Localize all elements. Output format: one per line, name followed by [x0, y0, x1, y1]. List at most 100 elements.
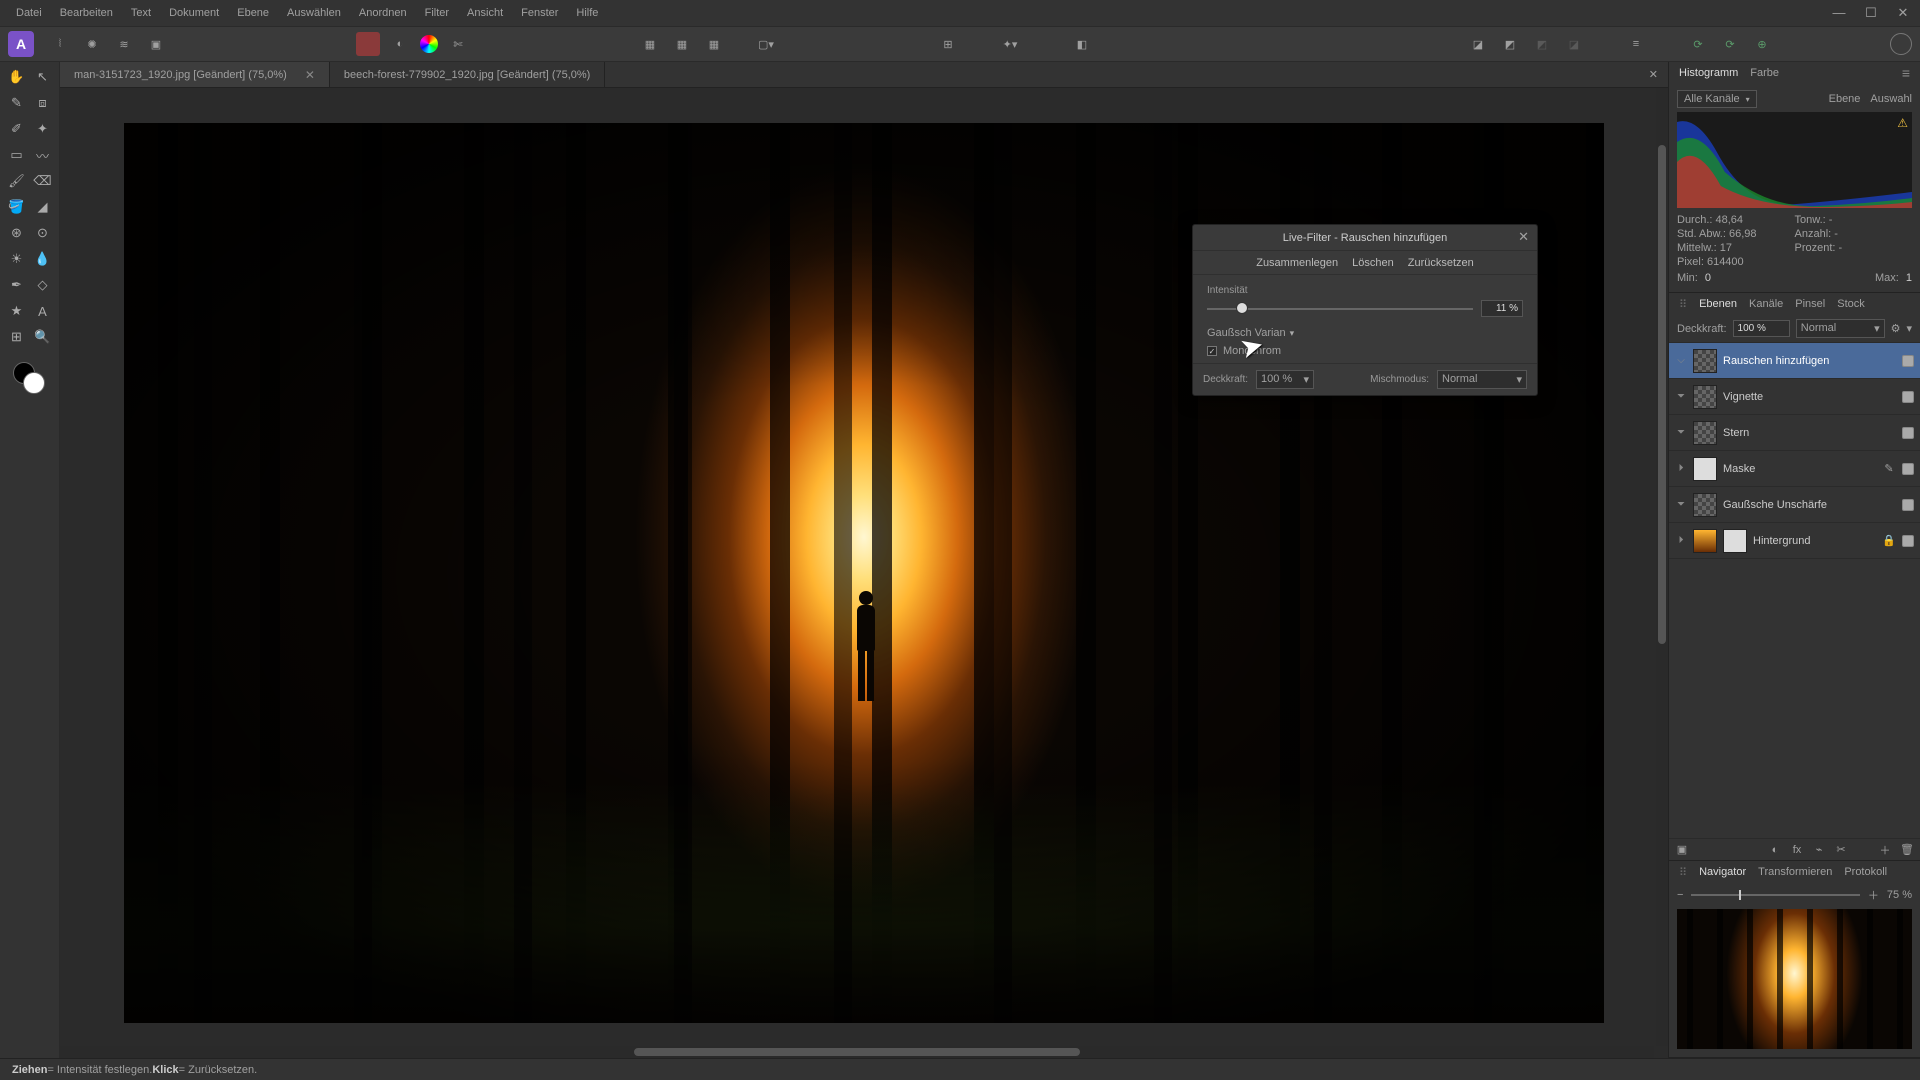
- layer-settings-icon[interactable]: ⚙: [1891, 322, 1901, 335]
- sync2-icon[interactable]: ⟳: [1718, 32, 1742, 56]
- flood-select-icon[interactable]: ✦: [32, 118, 54, 140]
- histogram-scope-auswahl[interactable]: Auswahl: [1870, 93, 1912, 105]
- tab-transformieren[interactable]: Transformieren: [1758, 866, 1832, 878]
- layer-visibility-checkbox[interactable]: [1902, 463, 1914, 475]
- menu-dokument[interactable]: Dokument: [169, 7, 219, 19]
- menu-filter[interactable]: Filter: [425, 7, 449, 19]
- layer-visibility-checkbox[interactable]: [1902, 391, 1914, 403]
- selection-brush-icon[interactable]: ✐: [6, 118, 28, 140]
- layer-expand-icon[interactable]: ⏷: [1675, 427, 1687, 438]
- layer-thumbnail[interactable]: [1693, 457, 1717, 481]
- tab-protokoll[interactable]: Protokoll: [1844, 866, 1887, 878]
- window-close-icon[interactable]: ✕: [1894, 5, 1912, 21]
- monochrome-checkbox[interactable]: ✓: [1207, 346, 1217, 356]
- text-tool-icon[interactable]: A: [32, 300, 54, 322]
- color-wheel-icon[interactable]: [420, 35, 438, 53]
- dialog-opacity-input[interactable]: 100 %▾: [1256, 370, 1314, 389]
- color-swatches[interactable]: [13, 362, 47, 396]
- histogram-channel-select[interactable]: Alle Kanäle: [1677, 90, 1757, 108]
- arrange-front-icon[interactable]: ◪: [1466, 32, 1490, 56]
- navigator-preview[interactable]: [1677, 909, 1912, 1049]
- zoom-slider[interactable]: [1691, 894, 1859, 896]
- fill-tool-icon[interactable]: 🪣: [6, 196, 28, 218]
- brush-tool-icon[interactable]: 🖌: [6, 170, 28, 192]
- align-right-icon[interactable]: ▦: [702, 32, 726, 56]
- layer-thumbnail[interactable]: [1693, 349, 1717, 373]
- layer-opacity-input[interactable]: 100 %: [1733, 320, 1790, 337]
- clone-tool-icon[interactable]: ⊛: [6, 222, 28, 244]
- arrange-back-icon[interactable]: ◩: [1498, 32, 1522, 56]
- layer-expand-icon[interactable]: ⏵: [1675, 535, 1687, 546]
- tab-kanaele[interactable]: Kanäle: [1749, 298, 1783, 310]
- tab-stock[interactable]: Stock: [1837, 298, 1865, 310]
- crop-icon[interactable]: ✄: [446, 32, 470, 56]
- mesh-tool-icon[interactable]: ⊞: [6, 326, 28, 348]
- live-filter-dialog[interactable]: Live-Filter - Rauschen hinzufügen ✕ Zusa…: [1192, 224, 1538, 396]
- layer-row[interactable]: ⏵Maske✎: [1669, 451, 1920, 487]
- menu-bearbeiten[interactable]: Bearbeiten: [60, 7, 113, 19]
- align-center-icon[interactable]: ▦: [670, 32, 694, 56]
- zoom-in-icon[interactable]: ＋: [1868, 887, 1879, 903]
- layer-row[interactable]: ⏵Hintergrund🔒: [1669, 523, 1920, 559]
- foreground-color-swatch[interactable]: [23, 372, 45, 394]
- window-minimize-icon[interactable]: —: [1830, 5, 1848, 21]
- max-value[interactable]: 1: [1906, 272, 1912, 284]
- layer-thumbnail[interactable]: [1693, 385, 1717, 409]
- tab-close-icon[interactable]: ✕: [305, 68, 315, 82]
- layer-visibility-checkbox[interactable]: [1902, 499, 1914, 511]
- layer-row[interactable]: ⏷Stern: [1669, 415, 1920, 451]
- add-layer-icon[interactable]: ＋: [1878, 843, 1892, 857]
- persona-photo-icon[interactable]: ⦚: [48, 32, 72, 56]
- snapping-icon[interactable]: ▢▾: [754, 32, 778, 56]
- tab-pinsel[interactable]: Pinsel: [1795, 298, 1825, 310]
- sync-green-icon[interactable]: ⟳: [1686, 32, 1710, 56]
- persona-develop-icon[interactable]: ≋: [112, 32, 136, 56]
- layer-row[interactable]: ⌵Rauschen hinzufügen: [1669, 343, 1920, 379]
- align-panel-icon[interactable]: ≡: [1624, 32, 1648, 56]
- menu-datei[interactable]: Datei: [16, 7, 42, 19]
- arrange-3-icon[interactable]: ◩: [1530, 32, 1554, 56]
- intensity-slider[interactable]: [1207, 302, 1473, 316]
- layer-row[interactable]: ⏷Gaußsche Unschärfe: [1669, 487, 1920, 523]
- tab-navigator[interactable]: Navigator: [1699, 866, 1746, 878]
- panel-options-icon[interactable]: ≡: [1902, 65, 1910, 81]
- pen-tool-icon[interactable]: ✒: [6, 274, 28, 296]
- sync3-icon[interactable]: ⊕: [1750, 32, 1774, 56]
- horizontal-scrollbar[interactable]: [60, 1046, 1654, 1058]
- layer-blend-select[interactable]: Normal▾: [1796, 319, 1885, 338]
- edit-mask-icon[interactable]: ✎: [1882, 462, 1896, 476]
- layer-visibility-checkbox[interactable]: [1902, 427, 1914, 439]
- tab-histogramm[interactable]: Histogramm: [1679, 67, 1738, 79]
- tab-farbe[interactable]: Farbe: [1750, 67, 1779, 79]
- dialog-blend-select[interactable]: Normal▾: [1437, 370, 1527, 389]
- grid-icon[interactable]: ⊞: [936, 32, 960, 56]
- contrast-icon[interactable]: ◐: [388, 32, 412, 56]
- shape-tool-icon[interactable]: ★: [6, 300, 28, 322]
- hand-tool-icon[interactable]: ✋: [6, 66, 28, 88]
- erase-tool-icon[interactable]: ⌫: [32, 170, 54, 192]
- move-tool-icon[interactable]: ↖: [32, 66, 54, 88]
- menu-text[interactable]: Text: [131, 7, 151, 19]
- account-avatar-icon[interactable]: [1890, 33, 1912, 55]
- persona-liquify-icon[interactable]: ✺: [80, 32, 104, 56]
- swatch-red-icon[interactable]: [356, 32, 380, 56]
- layer-thumbnail[interactable]: [1693, 493, 1717, 517]
- blur-tool-icon[interactable]: 💧: [32, 248, 54, 270]
- panel-handle-icon[interactable]: ⠿: [1679, 866, 1687, 879]
- layer-menu-icon[interactable]: ▾: [1906, 322, 1912, 335]
- lock-icon[interactable]: 🔒: [1882, 534, 1896, 548]
- layer-expand-icon[interactable]: ⏷: [1675, 499, 1687, 510]
- menu-anordnen[interactable]: Anordnen: [359, 7, 407, 19]
- distribution-select[interactable]: Gaußsch Varian: [1207, 327, 1294, 339]
- align-left-icon[interactable]: ▦: [638, 32, 662, 56]
- freehand-icon[interactable]: 〰: [32, 144, 54, 166]
- mask-icon[interactable]: ▣: [1675, 843, 1689, 857]
- histogram-scope-ebene[interactable]: Ebene: [1829, 93, 1861, 105]
- menu-ebene[interactable]: Ebene: [237, 7, 269, 19]
- window-maximize-icon[interactable]: ☐: [1862, 5, 1880, 21]
- fx-icon[interactable]: fx: [1790, 843, 1804, 857]
- color-picker-icon[interactable]: ✎: [6, 92, 28, 114]
- zoom-tool-icon[interactable]: 🔍: [32, 326, 54, 348]
- menu-hilfe[interactable]: Hilfe: [576, 7, 598, 19]
- document-tab-2[interactable]: beech-forest-779902_1920.jpg [Geändert] …: [330, 62, 605, 87]
